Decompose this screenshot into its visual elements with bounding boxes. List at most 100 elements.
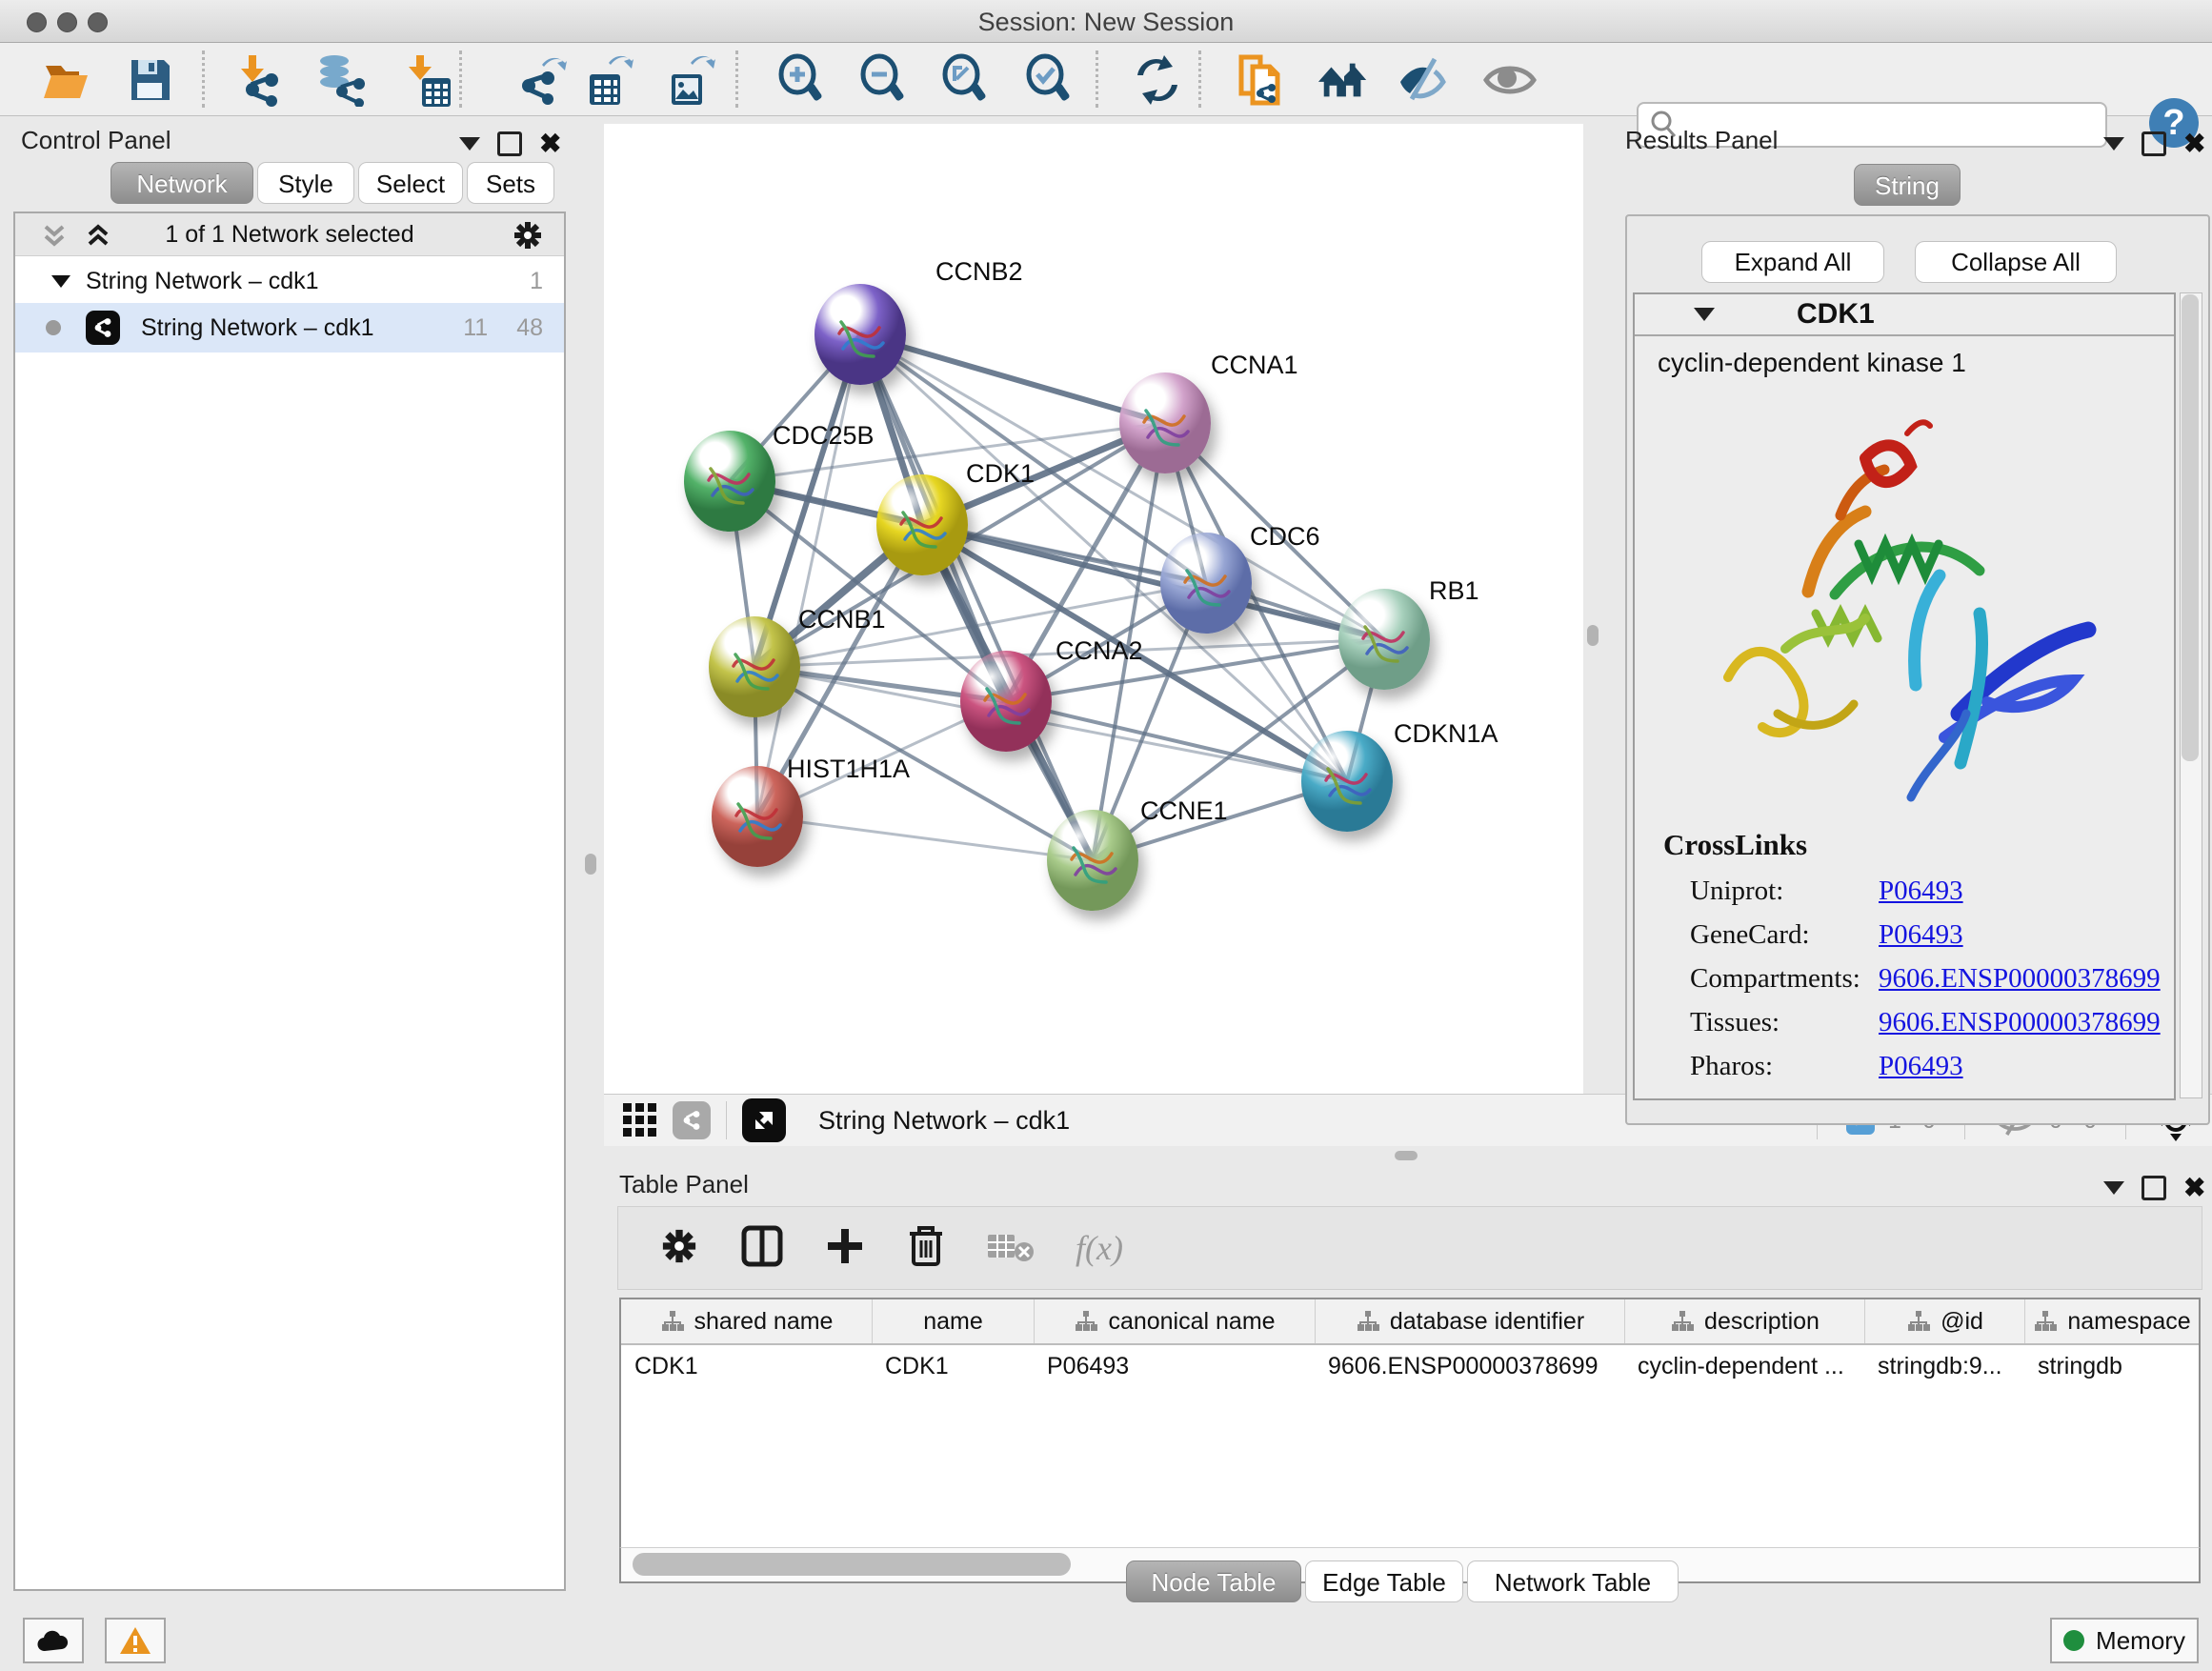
export-image-icon[interactable]	[663, 52, 718, 108]
delete-column-icon[interactable]	[906, 1224, 946, 1273]
network-collection-row[interactable]: String Network – cdk1 1	[15, 259, 564, 303]
copy-network-icon[interactable]	[1233, 52, 1288, 108]
table-row[interactable]: CDK1CDK1P064939606.ENSP00000378699cyclin…	[621, 1345, 2199, 1387]
expand-all-button[interactable]: Expand All	[1701, 241, 1884, 283]
tree-expander-icon[interactable]	[51, 275, 70, 288]
show-columns-icon[interactable]	[740, 1224, 784, 1273]
crosslinks-title: CrossLinks	[1663, 828, 1807, 862]
tab-edge-table[interactable]: Edge Table	[1305, 1560, 1463, 1602]
zoom-in-icon[interactable]	[774, 52, 829, 108]
panel-close-icon[interactable]: ✖	[2183, 134, 2205, 153]
network-status-dot-icon	[46, 320, 61, 335]
zoom-out-icon[interactable]	[855, 52, 911, 108]
column-header--id[interactable]: @id	[1864, 1299, 2024, 1343]
network-node-CDK1[interactable]	[876, 474, 968, 575]
table-cell[interactable]: P06493	[1034, 1345, 1315, 1387]
network-node-CCNB1[interactable]	[709, 616, 800, 717]
crosslink-label: Pharos:	[1690, 1051, 1879, 1082]
column-header-namespace[interactable]: namespace	[2024, 1299, 2199, 1343]
protein-thumbnail-icon	[727, 787, 788, 848]
column-header-shared-name[interactable]: shared name	[621, 1299, 872, 1343]
network-node-CCNA2[interactable]	[960, 651, 1052, 752]
tab-sets[interactable]: Sets	[467, 162, 554, 204]
network-style-icon[interactable]	[673, 1101, 711, 1139]
results-scrollbar[interactable]	[2180, 292, 2202, 1098]
node-label-CDC25B: CDC25B	[773, 421, 875, 451]
table-cell[interactable]: cyclin-dependent ...	[1624, 1345, 1864, 1387]
panel-float-icon[interactable]	[2142, 1176, 2166, 1200]
crosslink-link[interactable]: P06493	[1879, 919, 1963, 950]
crosslink-link[interactable]: P06493	[1879, 876, 1963, 906]
network-node-CDC25B[interactable]	[684, 431, 775, 532]
table-hscroll-thumb[interactable]	[633, 1553, 1071, 1576]
panel-menu-icon[interactable]	[2103, 137, 2124, 151]
bottom-splitter-handle[interactable]	[1395, 1151, 1418, 1160]
collapse-gene-icon[interactable]	[1694, 308, 1715, 321]
open-file-icon[interactable]	[38, 52, 93, 108]
export-table-icon[interactable]	[581, 52, 636, 108]
tab-style[interactable]: Style	[257, 162, 354, 204]
grid-view-icon[interactable]	[621, 1101, 659, 1139]
network-node-CCNA1[interactable]	[1119, 372, 1211, 473]
column-header-name[interactable]: name	[872, 1299, 1034, 1343]
network-node-count: 11	[463, 314, 488, 342]
export-network-icon[interactable]	[514, 52, 570, 108]
warning-status-button[interactable]	[105, 1618, 166, 1663]
panel-menu-icon[interactable]	[2103, 1181, 2124, 1195]
save-session-icon[interactable]	[122, 52, 177, 108]
panel-close-icon[interactable]: ✖	[539, 134, 561, 153]
network-canvas[interactable]: CCNB2 CCNA1 CDC25B CDK1 CDC6 RB1 CCNB1 C…	[604, 124, 1583, 1094]
crosslink-label: GeneCard:	[1690, 919, 1879, 951]
network-options-gear-icon[interactable]	[511, 218, 545, 252]
refresh-layout-icon[interactable]	[1130, 52, 1185, 108]
table-cell[interactable]: CDK1	[621, 1345, 872, 1387]
network-row-selected[interactable]: String Network – cdk1 11 48	[15, 303, 564, 352]
memory-button[interactable]: Memory	[2050, 1618, 2199, 1663]
toolbar-separator	[202, 50, 205, 108]
tab-network[interactable]: Network	[111, 162, 253, 204]
show-all-icon[interactable]	[1482, 52, 1538, 108]
column-header-database-identifier[interactable]: database identifier	[1315, 1299, 1624, 1343]
crosslink-label: Compartments:	[1690, 963, 1879, 995]
tab-string[interactable]: String	[1854, 164, 1961, 206]
zoom-fit-icon[interactable]	[937, 52, 993, 108]
network-node-CCNE1[interactable]	[1047, 810, 1138, 911]
right-splitter-handle[interactable]	[1587, 625, 1599, 646]
crosslink-link[interactable]: 9606.ENSP00000378699	[1879, 1007, 2161, 1037]
tab-select[interactable]: Select	[358, 162, 463, 204]
crosslink-link[interactable]: P06493	[1879, 1051, 1963, 1081]
panel-close-icon[interactable]: ✖	[2183, 1178, 2205, 1198]
panel-menu-icon[interactable]	[459, 137, 480, 151]
column-header-description[interactable]: description	[1624, 1299, 1864, 1343]
table-cell[interactable]: stringdb:9...	[1864, 1345, 2024, 1387]
panel-float-icon[interactable]	[497, 131, 522, 156]
left-splitter-handle[interactable]	[585, 854, 596, 875]
network-node-CDC6[interactable]	[1160, 533, 1252, 634]
column-header-canonical-name[interactable]: canonical name	[1034, 1299, 1315, 1343]
column-label: @id	[1941, 1308, 1983, 1336]
add-column-icon[interactable]	[824, 1225, 866, 1272]
network-node-RB1[interactable]	[1338, 589, 1430, 690]
tab-network-table[interactable]: Network Table	[1467, 1560, 1679, 1602]
network-node-CCNB2[interactable]	[814, 284, 906, 385]
cloud-status-button[interactable]	[23, 1618, 84, 1663]
import-table-icon[interactable]	[398, 52, 453, 108]
panel-float-icon[interactable]	[2142, 131, 2166, 156]
import-network-database-icon[interactable]	[312, 52, 368, 108]
collapse-all-button[interactable]: Collapse All	[1915, 241, 2117, 283]
import-network-file-icon[interactable]	[231, 52, 286, 108]
first-neighbors-icon[interactable]	[1317, 52, 1372, 108]
function-builder-icon: f(x)	[1076, 1228, 1123, 1268]
birds-eye-view-icon[interactable]	[742, 1098, 786, 1142]
table-options-gear-icon[interactable]	[658, 1225, 700, 1272]
gene-card-header[interactable]: CDK1	[1635, 294, 2174, 336]
hide-selected-icon[interactable]	[1397, 52, 1452, 108]
table-cell[interactable]: 9606.ENSP00000378699	[1315, 1345, 1624, 1387]
table-cell[interactable]: stringdb	[2024, 1345, 2199, 1387]
crosslink-link[interactable]: 9606.ENSP00000378699	[1879, 963, 2161, 994]
table-cell[interactable]: CDK1	[872, 1345, 1034, 1387]
zoom-selected-icon[interactable]	[1021, 52, 1076, 108]
tab-node-table[interactable]: Node Table	[1126, 1560, 1301, 1602]
network-node-CDKN1A[interactable]	[1301, 731, 1393, 832]
toolbar-separator	[459, 50, 462, 108]
